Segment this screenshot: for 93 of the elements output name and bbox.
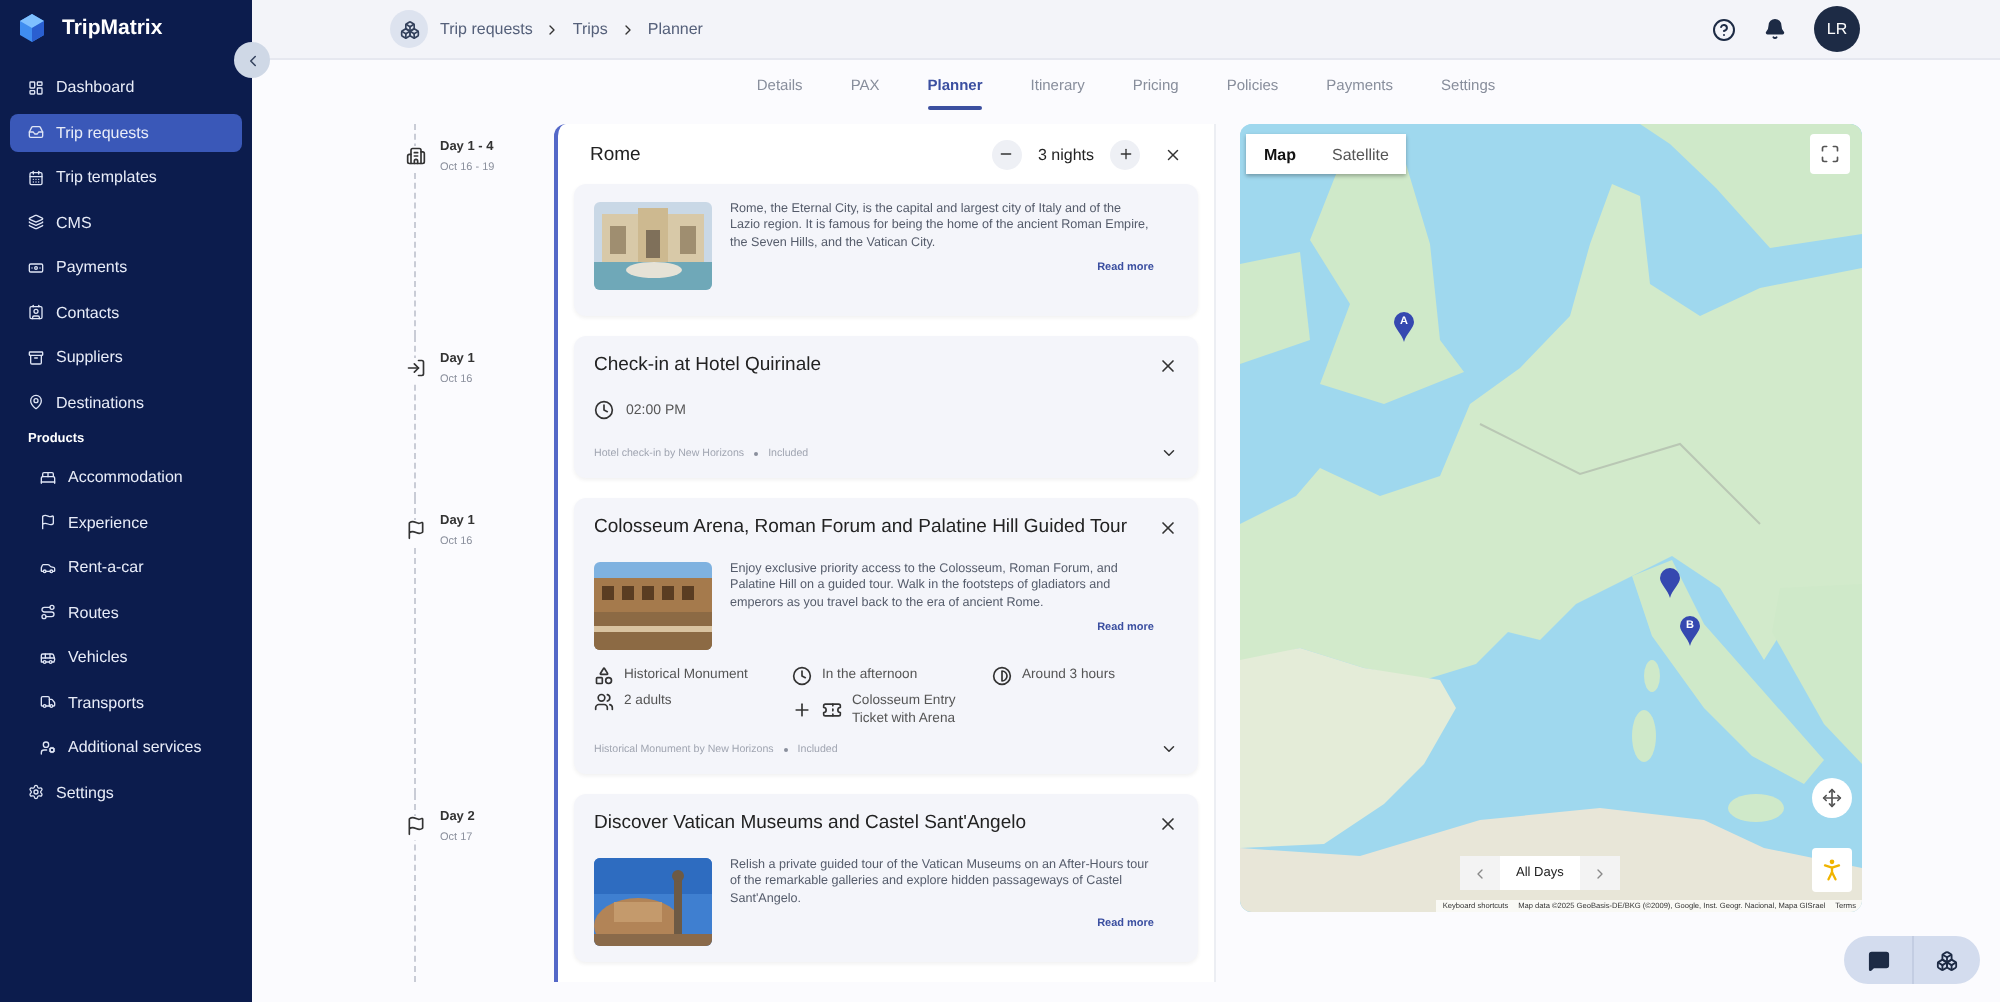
flag-icon — [406, 520, 426, 540]
nav-item[interactable]: Vehicles — [10, 638, 242, 676]
fullscreen-button[interactable] — [1810, 134, 1850, 174]
increase-button[interactable] — [1110, 139, 1140, 169]
nav-item[interactable]: Trip templates — [10, 158, 242, 196]
route-icon — [40, 604, 56, 620]
separator-icon — [783, 747, 788, 751]
nav-item[interactable]: Rent-a-car — [10, 548, 242, 586]
plus-icon — [792, 700, 812, 720]
breadcrumb-item[interactable]: Trips — [572, 20, 608, 38]
user-avatar[interactable]: LR — [1814, 6, 1860, 52]
city-title: Rome — [590, 143, 643, 165]
boxes-icon — [1936, 949, 1958, 971]
breadcrumb-item[interactable]: Trip requests — [440, 20, 533, 38]
nav-item[interactable]: Contacts — [10, 293, 242, 331]
map-type-button[interactable]: Satellite — [1314, 134, 1407, 174]
nav-item[interactable]: Destinations — [10, 383, 242, 421]
chevron-left-icon — [1472, 865, 1488, 881]
close-button[interactable] — [1158, 355, 1178, 375]
archive-icon — [28, 349, 44, 365]
card-title: Colosseum Arena, Roman Forum and Palatine Hill Guided Tour — [594, 516, 1129, 538]
check-in-icon — [406, 358, 426, 378]
nav-item[interactable]: Accommodation — [10, 458, 242, 496]
dashboard-icon — [28, 79, 44, 95]
map-pin-icon[interactable] — [1660, 568, 1680, 598]
nav-item[interactable]: Trip requests — [10, 113, 242, 151]
separator-icon — [754, 451, 759, 455]
map-pin-icon — [28, 394, 44, 410]
bed-icon — [40, 469, 56, 485]
close-icon — [1164, 145, 1182, 163]
decrease-button[interactable] — [991, 139, 1022, 169]
map-type-button[interactable]: Map — [1246, 134, 1314, 174]
logo-icon — [16, 12, 48, 44]
nav-label: Suppliers — [56, 348, 123, 366]
fullscreen-icon — [1820, 144, 1840, 164]
shapes-icon — [594, 666, 614, 686]
flag-icon — [406, 816, 426, 836]
close-button[interactable] — [1158, 517, 1178, 537]
nav-item[interactable]: Dashboard — [10, 68, 242, 106]
nav-label: Payments — [56, 258, 128, 276]
calendar-icon — [28, 169, 44, 185]
people-icon — [594, 692, 614, 712]
car-icon — [40, 559, 56, 575]
flag-icon — [40, 514, 56, 530]
nav-label: Dashboard — [56, 78, 135, 96]
nav-label: Settings — [56, 783, 114, 801]
nav-item[interactable]: Settings — [10, 773, 242, 811]
settings-icon — [28, 784, 44, 800]
nav-label: Vehicles — [68, 648, 128, 666]
banknote-icon — [28, 259, 44, 275]
nav-label: Rent-a-car — [68, 558, 144, 576]
nav-item[interactable]: Routes — [10, 593, 242, 631]
clock-icon — [792, 666, 812, 686]
chat-icon — [1867, 949, 1889, 971]
card-title: Check-in at Hotel Quirinale — [594, 354, 824, 376]
expand-button[interactable] — [1160, 740, 1178, 758]
buildings-icon — [406, 146, 426, 166]
nav-label: Contacts — [56, 303, 120, 321]
nights-count: 3 nights — [1037, 145, 1094, 163]
truck-icon — [40, 694, 56, 710]
nav-label: Trip templates — [56, 168, 157, 186]
nav-item[interactable]: Suppliers — [10, 338, 242, 376]
nav-label: Accommodation — [68, 468, 183, 486]
person-icon — [1818, 856, 1846, 884]
nav-item[interactable]: Payments — [10, 248, 242, 286]
ticket-icon — [822, 700, 842, 720]
nav-label: CMS — [56, 213, 92, 231]
expand-button[interactable] — [1160, 444, 1178, 462]
nav-label: Experience — [68, 513, 149, 531]
nav-label: Routes — [68, 603, 119, 621]
nav-label: Transports — [68, 693, 144, 711]
nav-item[interactable]: CMS — [10, 203, 242, 241]
nav-item[interactable]: Additional services — [10, 728, 242, 766]
close-button[interactable] — [1158, 813, 1178, 833]
nav-item[interactable]: Transports — [10, 683, 242, 721]
inbox-icon — [28, 124, 44, 140]
breadcrumb-item: Planner — [647, 20, 703, 38]
card-title: Discover Vatican Museums and Castel Sant'Angelo — [594, 812, 1029, 834]
bell-icon[interactable] — [1764, 18, 1786, 40]
close-button[interactable] — [1164, 145, 1182, 163]
nav-label: Trip requests — [56, 123, 149, 141]
plus-icon — [1117, 146, 1133, 162]
bus-icon — [40, 649, 56, 665]
help-icon[interactable] — [1712, 17, 1736, 41]
contact-card-icon — [28, 304, 44, 320]
nav-label: Additional services — [68, 738, 202, 756]
layers-icon — [28, 214, 44, 230]
nav-item[interactable]: Experience — [10, 503, 242, 541]
user-gear-icon — [40, 739, 56, 755]
move-arrows-icon — [1822, 788, 1842, 808]
brand-name: TripMatrix — [62, 16, 163, 40]
nav-label: Destinations — [56, 393, 145, 411]
clock-icon — [594, 400, 614, 420]
